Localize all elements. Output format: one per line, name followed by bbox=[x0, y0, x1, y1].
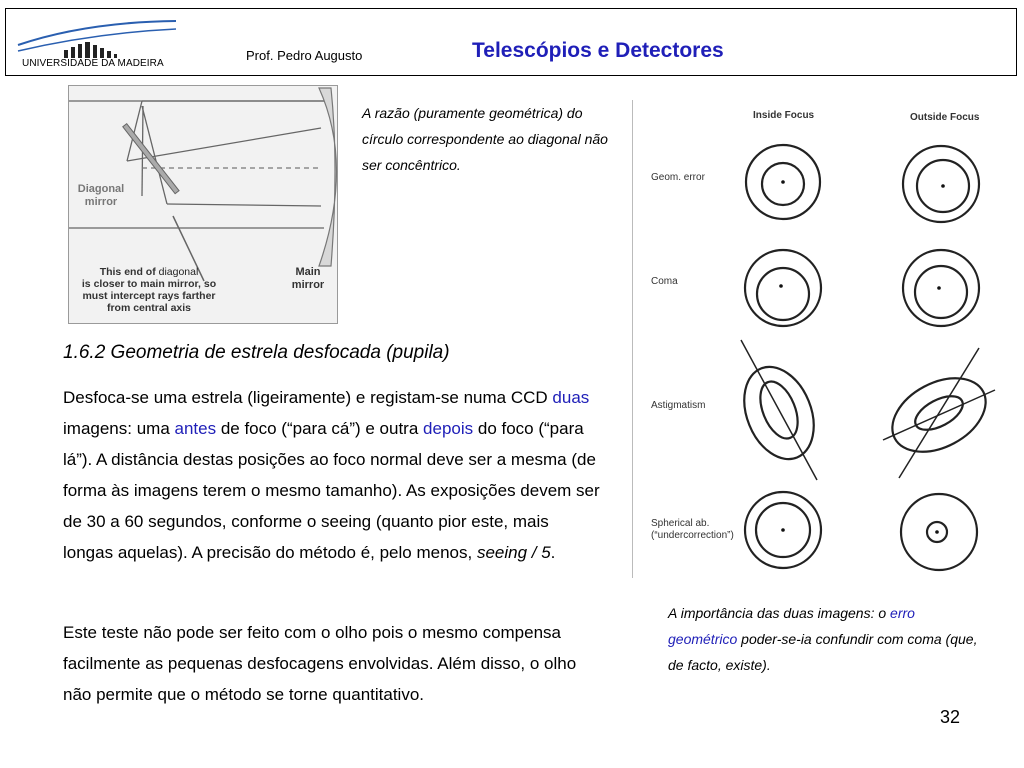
keyword-seeing: seeing / 5 bbox=[476, 543, 551, 562]
university-logo: UNIVERSIDADE DA MADEIRA bbox=[16, 17, 181, 79]
row-geom-error: Geom. error bbox=[651, 172, 705, 183]
keyword-duas: duas bbox=[552, 388, 590, 407]
diagonal-mirror-diagram: Diagonal mirror Main mirror This end of … bbox=[68, 85, 338, 324]
slide-header: UNIVERSIDADE DA MADEIRA Prof. Pedro Augu… bbox=[5, 8, 1017, 76]
section-heading: 1.6.2 Geometria de estrela desfocada (pu… bbox=[63, 342, 450, 363]
paragraph1-text-2: imagens: uma bbox=[63, 419, 175, 438]
figure-caption-bottom: A importância das duas imagens: o erro g… bbox=[668, 600, 988, 678]
row-coma: Coma bbox=[651, 276, 678, 287]
column-outside-focus: Outside Focus bbox=[910, 112, 980, 123]
page-number: 32 bbox=[940, 707, 961, 727]
keyword-depois: depois bbox=[423, 419, 474, 438]
row-astigmatism: Astigmatism bbox=[651, 400, 706, 411]
paragraph-eye: Este teste não pode ser feito com o olho… bbox=[63, 623, 577, 704]
paragraph1-text-1: Desfoca-se uma estrela (ligeiramente) e … bbox=[63, 388, 553, 407]
university-name: UNIVERSIDADE DA MADEIRA bbox=[22, 58, 164, 69]
main-mirror-label: Main mirror bbox=[291, 266, 325, 291]
figure-caption-top: A razão (puramente geométrica) do círcul… bbox=[362, 105, 608, 173]
diagonal-end-note-inline: diagonal bbox=[158, 266, 199, 278]
keyword-antes: antes bbox=[174, 419, 217, 438]
diagonal-end-note-a: This end of bbox=[99, 266, 156, 278]
slide-title: Telescópios e Detectores bbox=[472, 39, 724, 62]
aberration-diagram: Inside Focus Outside Focus Geom. error C… bbox=[632, 100, 1024, 578]
column-inside-focus: Inside Focus bbox=[753, 110, 815, 121]
row-spherical: Spherical ab. (“undercorrection”) bbox=[651, 518, 734, 541]
paragraph1-text-3: de foco (“para cá”) e outra bbox=[216, 419, 424, 438]
caption2-text-1: A importância das duas imagens: o bbox=[668, 605, 891, 621]
paragraph1-text-4: do foco (“para lá”). A distância destas … bbox=[63, 419, 600, 562]
diagonal-mirror-label: Diagonal mirror bbox=[77, 183, 125, 208]
paragraph-method: Desfoca-se uma estrela (ligeiramente) e … bbox=[63, 382, 603, 568]
author-name: Prof. Pedro Augusto bbox=[246, 48, 363, 63]
diagonal-end-note: This end of diagonal is closer to main mi… bbox=[79, 266, 219, 314]
diagonal-end-note-b: is closer to main mirror, so must interc… bbox=[81, 278, 217, 314]
paragraph1-text-5: . bbox=[550, 543, 556, 562]
